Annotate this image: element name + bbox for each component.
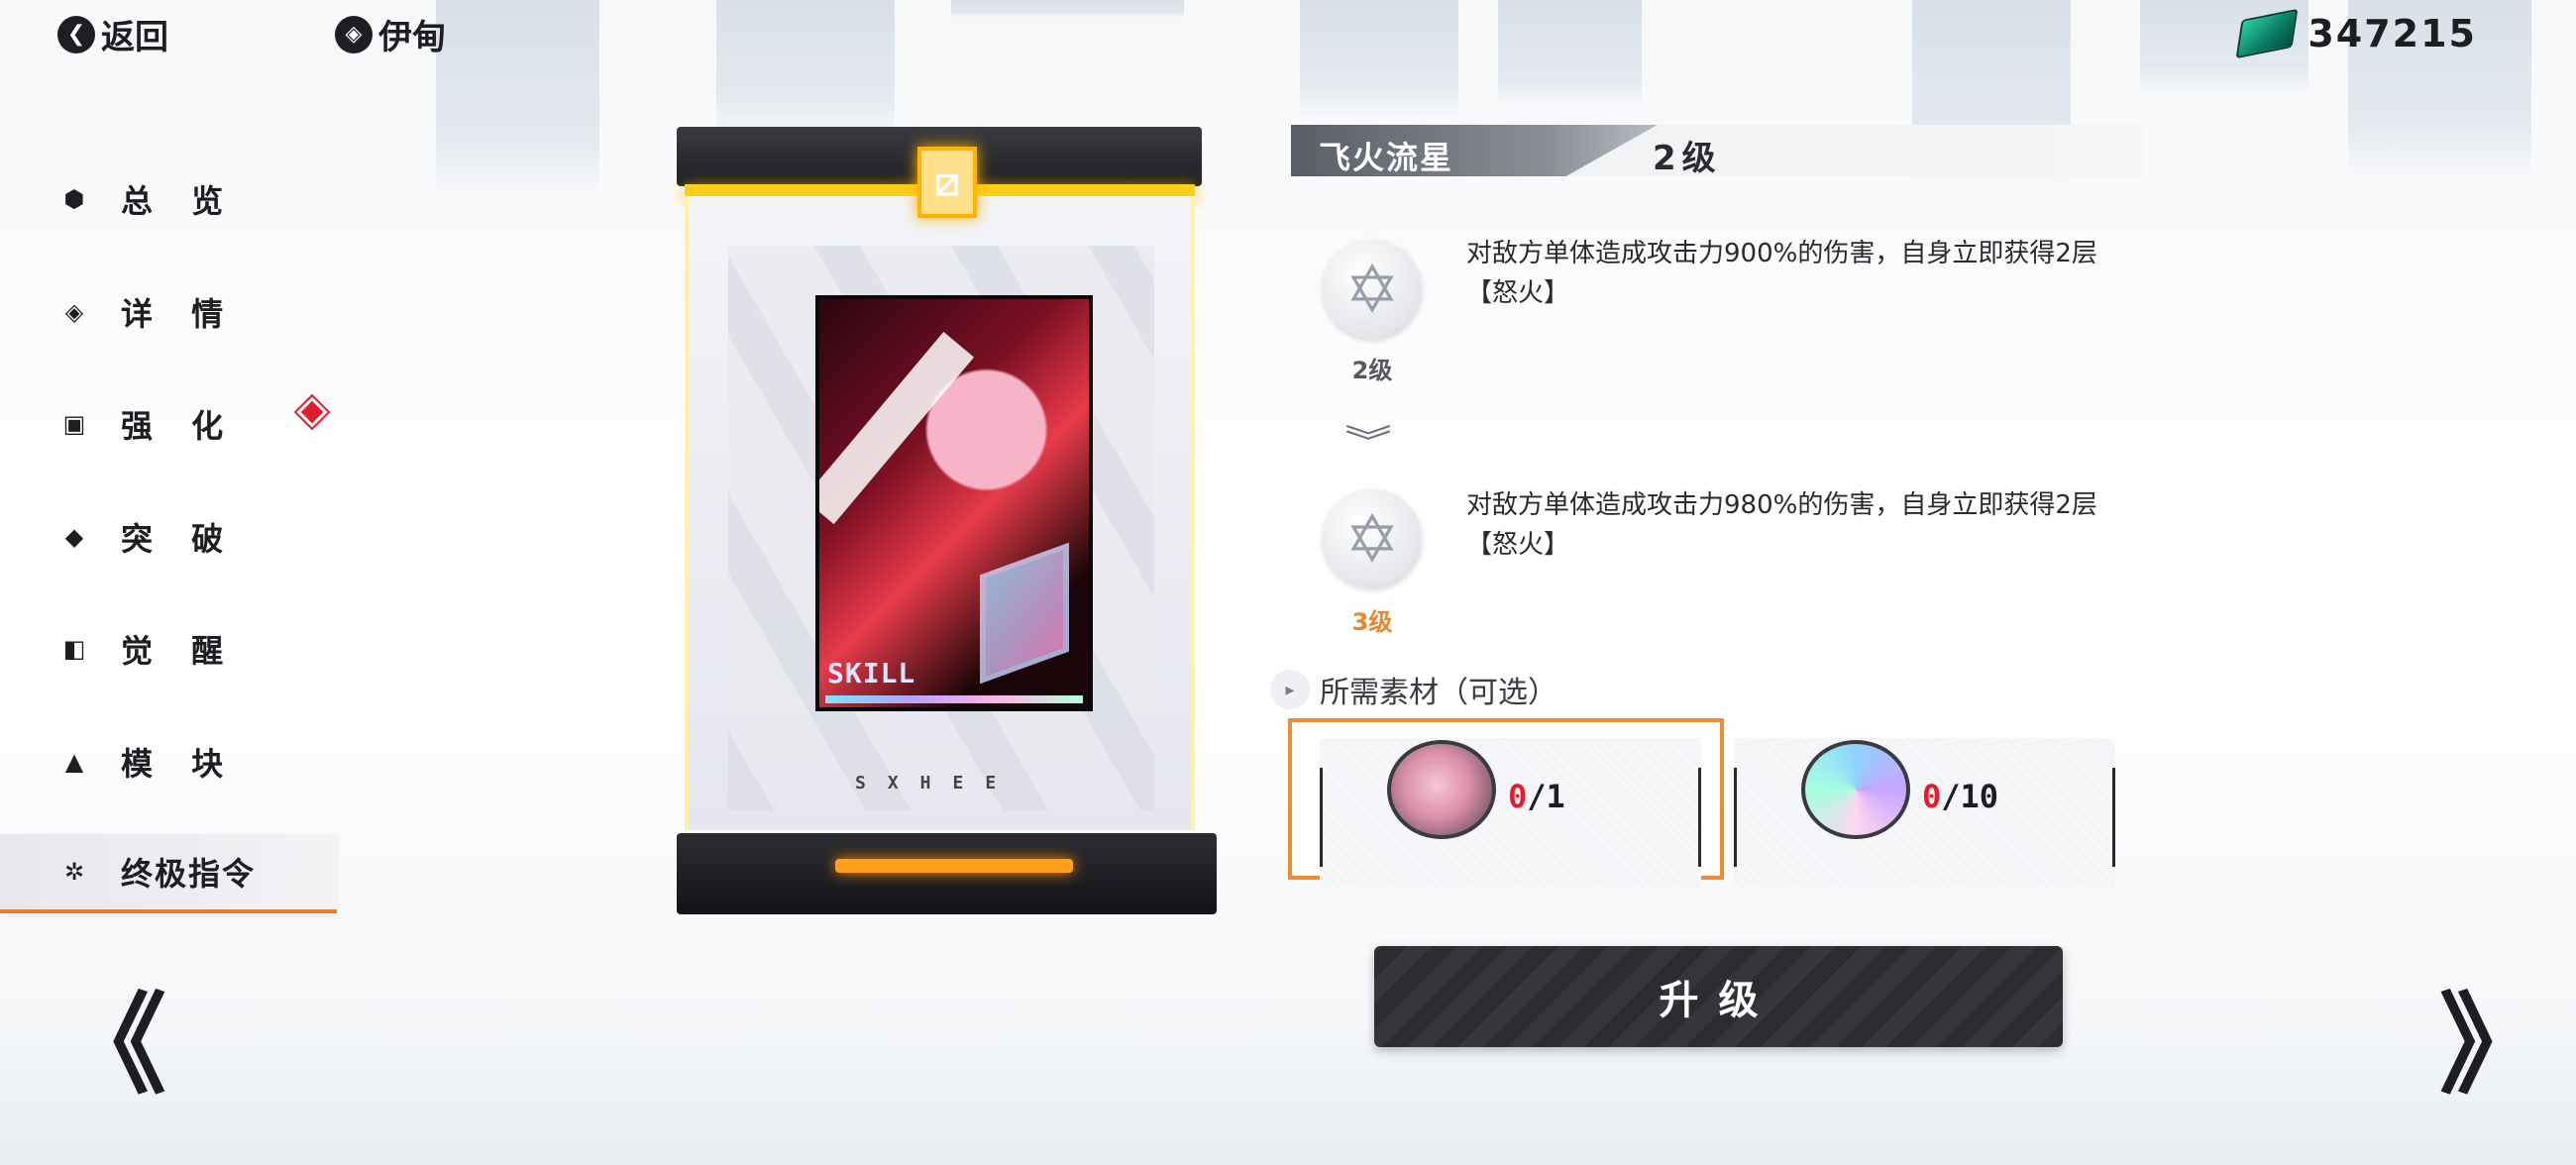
material-need: /1 [1527, 778, 1565, 815]
chevron-down-icon: ︾ [1344, 423, 1392, 463]
previous-character-arrow-icon[interactable]: 《 [57, 991, 166, 1100]
materials-title: ▸ 所需素材（可选） [1270, 668, 1557, 711]
back-button[interactable]: ❮ 返回 [57, 10, 168, 58]
sidebar-item-enhance[interactable]: ▣ 强 化 [0, 384, 337, 464]
sidebar-item-overview[interactable]: ⬢ 总 览 [0, 159, 337, 239]
material-slot[interactable]: 0/1 [1320, 738, 1701, 887]
currency-amount: 347215 [2308, 12, 2477, 55]
character-chip-icon [1387, 740, 1496, 839]
next-level-star-icon: ✡ [1323, 489, 1422, 588]
sidebar-item-label: 强 化 [121, 407, 238, 445]
character-name: 伊甸 [378, 18, 446, 57]
current-level-description: 对敌方单体造成攻击力900%的伤害，自身立即获得2层【怒火】 [1466, 239, 2097, 308]
sidebar-item-awaken[interactable]: ◧ 觉 醒 [0, 609, 337, 688]
sidebar-item-details[interactable]: ◈ 详 情 [0, 272, 337, 352]
current-level-star-icon: ✡ [1323, 240, 1422, 339]
next-level-label: 3级 [1351, 608, 1393, 636]
material-count: 0/1 [1508, 778, 1565, 815]
back-arrow-icon: ❮ [57, 15, 95, 53]
next-character-arrow-icon[interactable]: 》 [2439, 991, 2548, 1100]
material-have: 0 [1922, 778, 1942, 815]
card-holo-bar [825, 695, 1083, 703]
sidebar-item-module[interactable]: ▲ 模 块 [0, 722, 337, 801]
sidebar-item-label: 觉 醒 [121, 632, 238, 670]
enhance-icon: ▣ [62, 410, 86, 438]
case-logo-icon: ⧄ [917, 147, 977, 218]
background-floor [0, 1030, 2576, 1165]
slot-bracket-left [1734, 768, 1737, 867]
universal-chip-icon [1801, 740, 1910, 839]
material-slot[interactable]: 0/10 [1734, 738, 2115, 887]
skill-current-level: 2级 [1653, 139, 1722, 178]
material-count: 0/10 [1922, 778, 1998, 815]
background-pillar [436, 0, 599, 198]
case-bottom-frame [677, 833, 1217, 914]
currency-gem-icon [2235, 8, 2299, 59]
sidebar-item-label: 终极指令 [121, 855, 257, 893]
materials-title-label: 所需素材（可选） [1320, 676, 1557, 710]
details-icon: ◈ [64, 298, 84, 326]
current-level-label: 2级 [1351, 357, 1393, 384]
case-code: SXHEE [855, 773, 1019, 794]
material-have: 0 [1508, 778, 1528, 815]
background-pillar [1498, 0, 1642, 109]
upgrade-button[interactable]: 升级 [1374, 946, 2063, 1047]
skill-header: 飞火流星 2级 [1291, 125, 2143, 178]
sidebar-item-label: 详 情 [121, 295, 238, 333]
skill-name: 飞火流星 [1319, 139, 1454, 176]
awaken-icon: ◧ [62, 635, 86, 663]
module-icon: ▲ [64, 748, 84, 776]
currency-display: 347215 [2235, 8, 2477, 59]
case-bottom-glow [835, 859, 1073, 873]
skill-card-art: SKILL [815, 295, 1093, 711]
back-label: 返回 [101, 18, 168, 57]
background-pillar [716, 0, 895, 139]
background-pillar [951, 0, 1184, 18]
sidebar-item-breakthrough[interactable]: ◆ 突 破 [0, 497, 337, 577]
character-icon: ◈ [335, 15, 373, 53]
character-switch-button[interactable]: ◈ 伊甸 [335, 10, 446, 58]
play-arrow-icon: ▸ [1270, 670, 1310, 709]
sidebar-item-label: 模 块 [121, 745, 238, 783]
slot-bracket-left [1320, 768, 1323, 867]
sidebar-item-ultimate-command[interactable]: ✲ 终极指令 [0, 834, 337, 913]
overview-icon: ⬢ [63, 185, 85, 213]
card-art-label: SKILL [827, 657, 916, 689]
slot-bracket-right [1698, 768, 1701, 867]
breakthrough-icon: ◆ [64, 523, 84, 551]
background-pillar [1300, 0, 1458, 119]
skill-card-display: ⧄ SKILL SXHEE [677, 127, 1217, 914]
ultimate-command-icon: ✲ [63, 858, 85, 886]
slot-bracket-right [2112, 768, 2115, 867]
material-need: /10 [1941, 778, 1999, 815]
sidebar-item-label: 总 览 [121, 182, 238, 220]
sidebar-item-label: 突 破 [121, 520, 238, 558]
next-level-description: 对敌方单体造成攻击力980%的伤害，自身立即获得2层【怒火】 [1466, 490, 2097, 560]
